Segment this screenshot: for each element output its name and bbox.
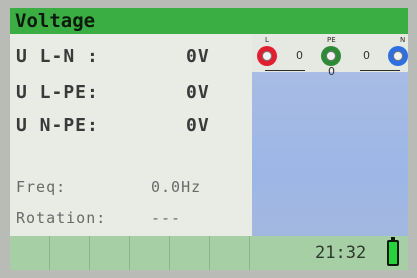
measurement-value: 0V — [186, 115, 210, 136]
softkey-4[interactable] — [130, 236, 170, 270]
terminal-pe-label: PE — [327, 36, 336, 44]
measurement-row-n-pe: U N-PE: 0V — [16, 115, 209, 136]
connection-line — [265, 70, 305, 71]
rotation-row: Rotation: --- — [16, 209, 180, 227]
terminal-l-icon — [257, 46, 277, 66]
terminal-n-icon — [388, 46, 408, 66]
voltage-pe-n-small: 0 — [363, 49, 370, 62]
battery-icon — [387, 237, 399, 266]
terminal-pe-icon — [321, 46, 341, 66]
softkey-3[interactable] — [90, 236, 130, 270]
voltage-l-pe-small: 0 — [296, 49, 303, 62]
freq-label: Freq: — [16, 178, 67, 196]
measurement-label: U N-PE: — [16, 115, 99, 136]
clock: 21:32 — [315, 243, 367, 263]
freq-row: Freq: 0.0Hz — [16, 178, 200, 196]
page-title: Voltage — [10, 8, 408, 34]
softkey-5[interactable] — [170, 236, 210, 270]
voltage-l-n-small: 0 — [328, 65, 335, 78]
waveform-panel — [252, 72, 408, 236]
measurement-value: 0V — [186, 46, 210, 67]
terminal-n-label: N — [400, 36, 406, 44]
measurement-value: 0V — [186, 82, 210, 103]
terminal-l-label: L — [265, 36, 269, 44]
softkey-6[interactable] — [210, 236, 250, 270]
measurement-row-l-pe: U L-PE: 0V — [16, 82, 209, 103]
freq-value: 0.0Hz — [151, 178, 202, 196]
measurement-panel: U L-N : 0V U L-PE: 0V U N-PE: 0V Freq: 0… — [10, 34, 252, 236]
rotation-label: Rotation: — [16, 209, 107, 227]
rotation-value: --- — [151, 209, 182, 227]
softkey-1[interactable] — [10, 236, 50, 270]
meter-screen: Voltage U L-N : 0V U L-PE: 0V U N-PE: 0V… — [0, 0, 417, 278]
measurement-label: U L-N : — [16, 46, 99, 67]
measurement-label: U L-PE: — [16, 82, 99, 103]
softkey-2[interactable] — [50, 236, 90, 270]
measurement-row-l-n: U L-N : 0V — [16, 46, 209, 67]
connection-line — [360, 70, 400, 71]
